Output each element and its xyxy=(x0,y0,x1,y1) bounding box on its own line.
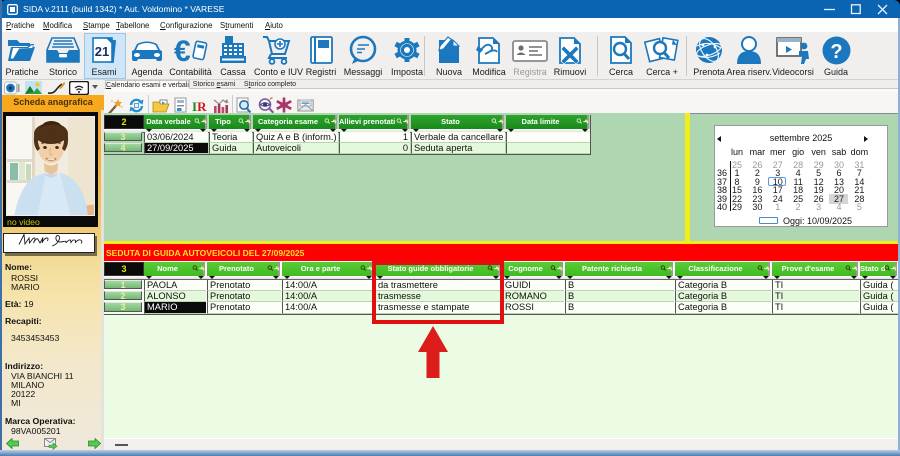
svg-text:€: € xyxy=(174,35,191,67)
svg-text:?: ? xyxy=(830,41,842,63)
svg-text:21: 21 xyxy=(95,44,109,59)
